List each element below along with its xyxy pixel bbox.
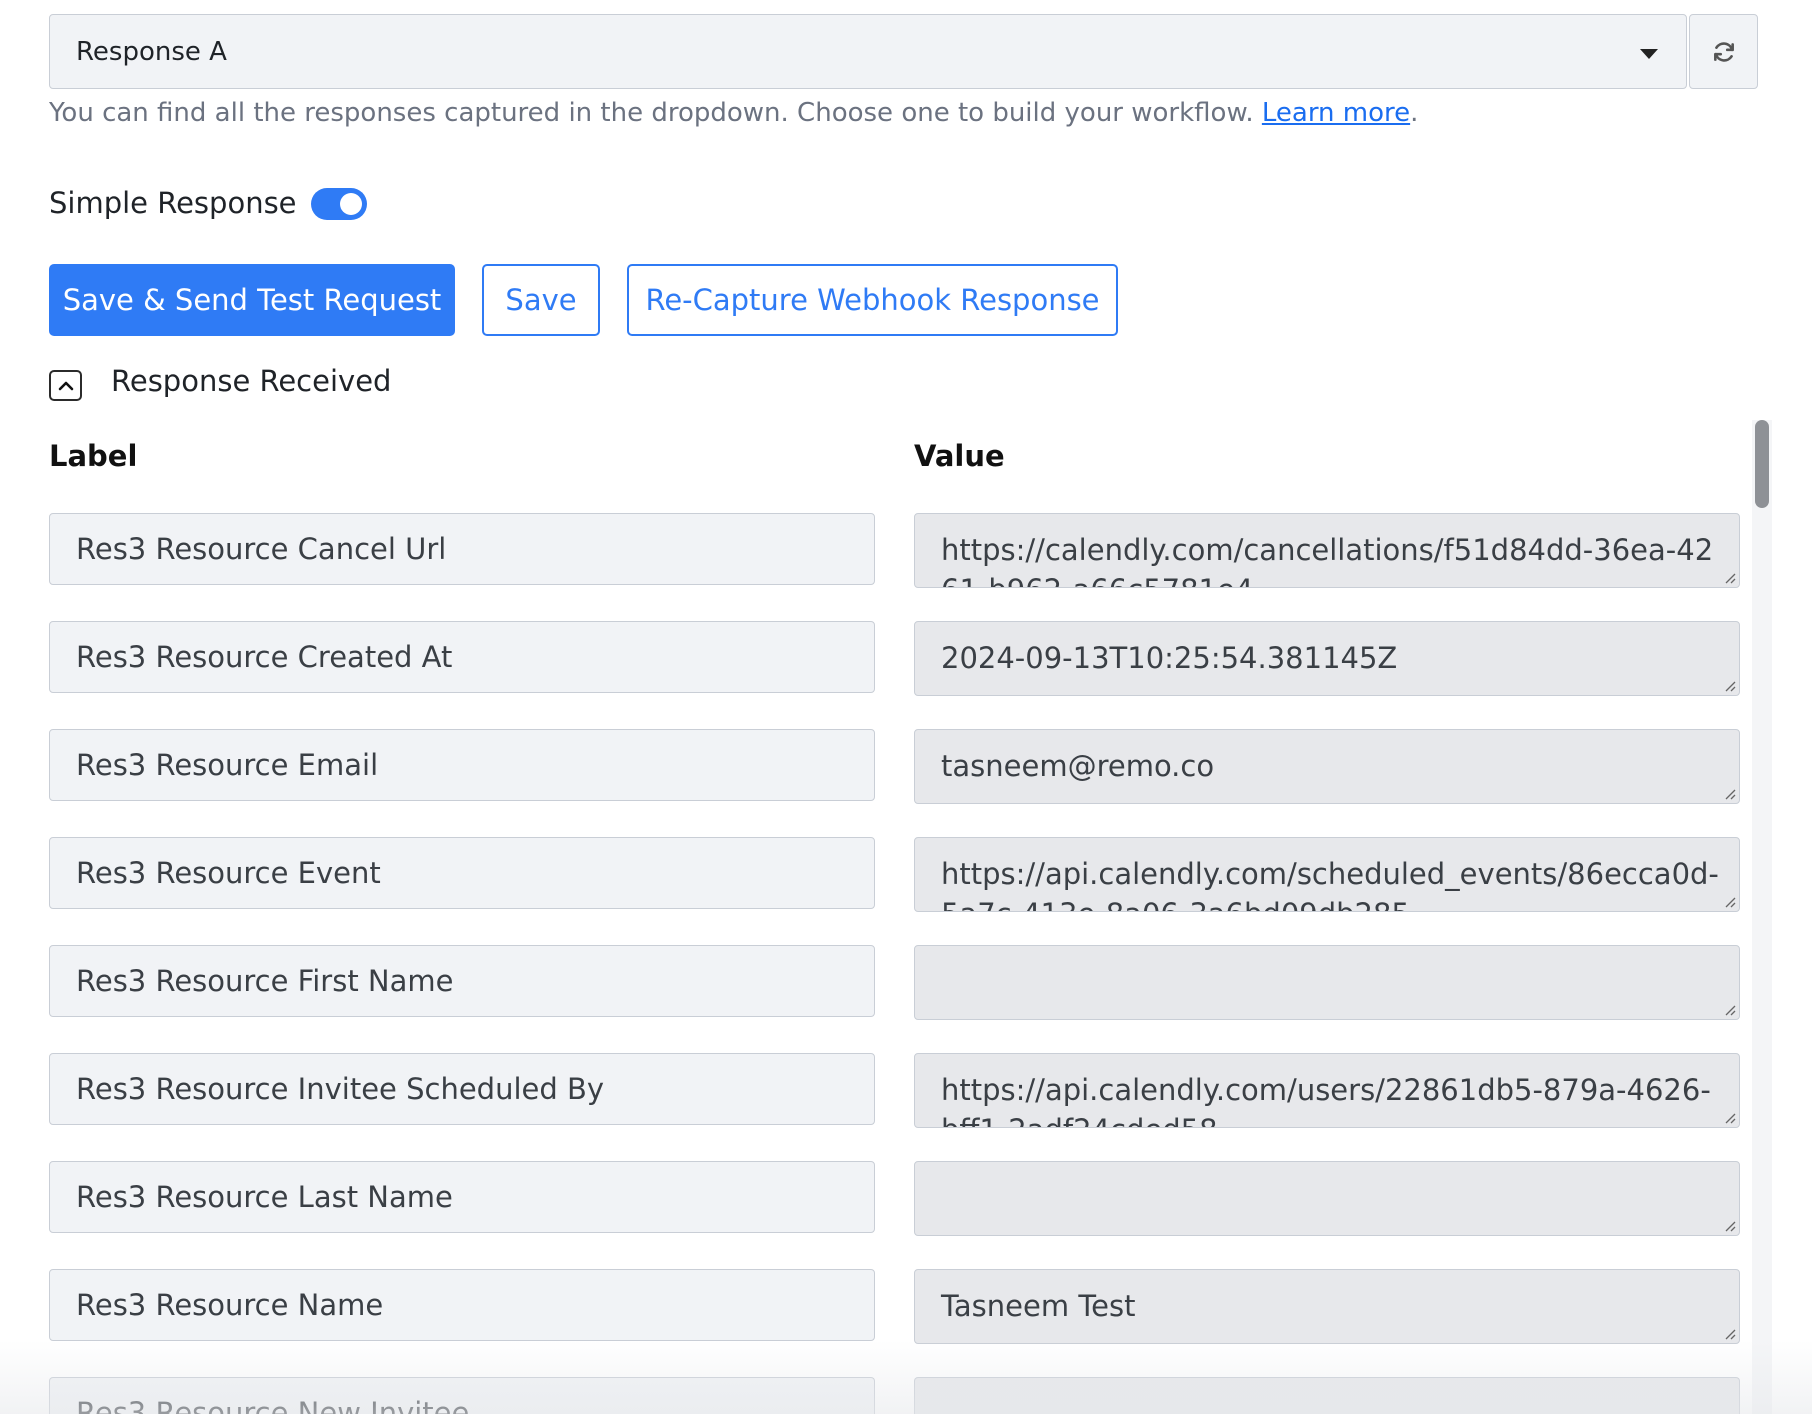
value-column-header: Value xyxy=(914,439,1005,473)
label-field[interactable]: Res3 Resource Last Name xyxy=(49,1161,875,1233)
value-text: Tasneem Test xyxy=(941,1289,1136,1323)
toggle-knob xyxy=(340,193,362,215)
resize-grip-icon[interactable] xyxy=(1722,894,1736,908)
resize-grip-icon[interactable] xyxy=(1722,1002,1736,1016)
label-field[interactable]: Res3 Resource Invitee Scheduled By xyxy=(49,1053,875,1125)
value-field[interactable]: Tasneem Test xyxy=(914,1269,1740,1344)
refresh-icon xyxy=(1713,41,1734,62)
recapture-webhook-response-button[interactable]: Re-Capture Webhook Response xyxy=(627,264,1118,336)
scrollbar-track[interactable] xyxy=(1752,420,1772,1414)
value-field[interactable]: https://api.calendly.com/scheduled_event… xyxy=(914,837,1740,912)
label-field[interactable]: Res3 Resource Email xyxy=(49,729,875,801)
label-field[interactable]: Res3 Resource Created At xyxy=(49,621,875,693)
value-field[interactable]: https://api.calendly.com/users/22861db5-… xyxy=(914,1053,1740,1128)
label-column-header: Label xyxy=(49,439,138,473)
response-received-title: Response Received xyxy=(111,364,392,398)
help-text: You can find all the responses captured … xyxy=(49,98,1418,128)
value-field[interactable]: https://calendly.com/cancellations/f51d8… xyxy=(914,513,1740,588)
save-and-send-test-request-button[interactable]: Save & Send Test Request xyxy=(49,264,455,336)
resize-grip-icon[interactable] xyxy=(1722,1110,1736,1124)
refresh-button[interactable] xyxy=(1689,14,1758,89)
value-field[interactable]: tasneem@remo.co xyxy=(914,729,1740,804)
value-field[interactable] xyxy=(914,1377,1740,1414)
label-field[interactable]: Res3 Resource Name xyxy=(49,1269,875,1341)
value-text: 2024-09-13T10:25:54.381145Z xyxy=(941,641,1398,675)
label-field[interactable]: Res3 Resource First Name xyxy=(49,945,875,1017)
resize-grip-icon[interactable] xyxy=(1722,570,1736,584)
simple-response-toggle[interactable] xyxy=(311,188,367,220)
resize-grip-icon[interactable] xyxy=(1722,1326,1736,1340)
response-select-value: Response A xyxy=(76,36,227,67)
caret-down-icon xyxy=(1640,49,1658,59)
learn-more-link[interactable]: Learn more xyxy=(1262,98,1410,128)
scrollbar-thumb[interactable] xyxy=(1755,420,1769,508)
value-text: tasneem@remo.co xyxy=(941,749,1215,783)
value-field[interactable]: 2024-09-13T10:25:54.381145Z xyxy=(914,621,1740,696)
help-text-body: You can find all the responses captured … xyxy=(49,98,1262,128)
label-field[interactable]: Res3 Resource New Invitee xyxy=(49,1377,875,1414)
collapse-toggle-button[interactable] xyxy=(49,370,82,401)
resize-grip-icon[interactable] xyxy=(1722,786,1736,800)
response-select[interactable]: Response A xyxy=(49,14,1687,89)
value-text: https://calendly.com/cancellations/f51d8… xyxy=(941,533,1714,587)
value-field[interactable] xyxy=(914,945,1740,1020)
help-text-suffix: . xyxy=(1410,98,1419,128)
resize-grip-icon[interactable] xyxy=(1722,678,1736,692)
value-field[interactable] xyxy=(914,1161,1740,1236)
value-text: https://api.calendly.com/users/22861db5-… xyxy=(941,1073,1711,1127)
label-field[interactable]: Res3 Resource Cancel Url xyxy=(49,513,875,585)
value-text: https://api.calendly.com/scheduled_event… xyxy=(941,857,1719,911)
resize-grip-icon[interactable] xyxy=(1722,1218,1736,1232)
label-field[interactable]: Res3 Resource Event xyxy=(49,837,875,909)
simple-response-label: Simple Response xyxy=(49,186,297,220)
save-button[interactable]: Save xyxy=(482,264,600,336)
chevron-up-icon xyxy=(58,381,73,390)
